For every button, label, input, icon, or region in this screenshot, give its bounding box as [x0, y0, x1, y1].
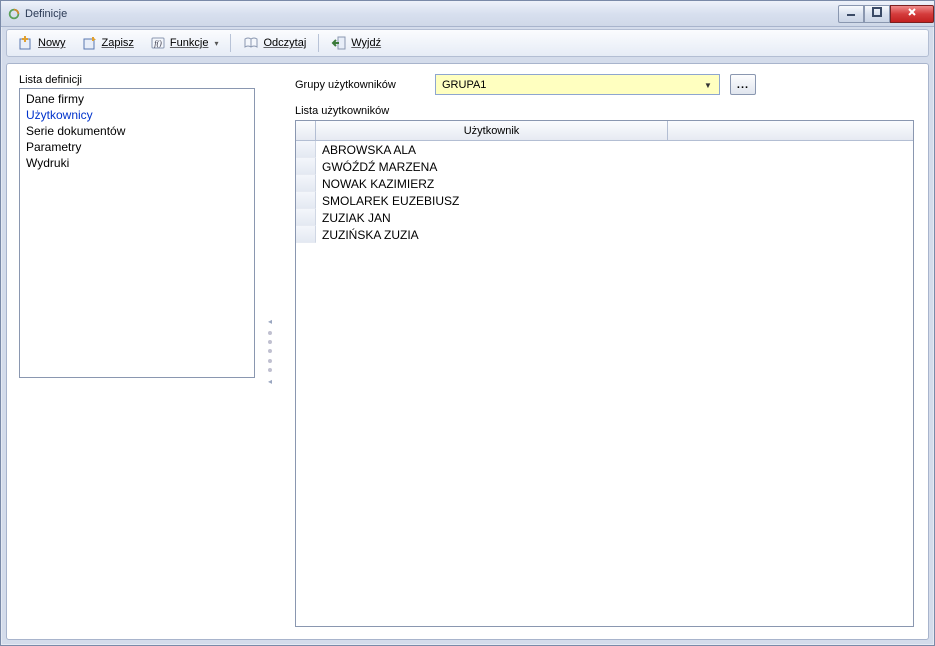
- save-icon: [82, 35, 98, 51]
- definition-list[interactable]: Dane firmyUżytkownicySerie dokumentówPar…: [19, 88, 255, 378]
- read-label: Odczytaj: [263, 37, 306, 49]
- title-left: Definicje: [7, 7, 67, 21]
- toolbar: Nowy Zapisz f() Funkcje ▾ Odczyta: [11, 32, 924, 54]
- close-icon: [906, 6, 918, 21]
- user-cell: ABROWSKA ALA: [316, 143, 416, 157]
- book-icon: [243, 35, 259, 51]
- users-grid: Użytkownik ABROWSKA ALA GWÓŹDŹ MARZENA NOW…: [295, 120, 914, 627]
- table-row[interactable]: NOWAK KAZIMIERZ: [296, 175, 913, 192]
- chevron-down-icon: ▼: [701, 78, 715, 92]
- toolbar-container: Nowy Zapisz f() Funkcje ▾ Odczyta: [6, 29, 929, 57]
- row-selector[interactable]: [296, 192, 316, 209]
- group-select-value: GRUPA1: [442, 79, 486, 91]
- definition-list-label: Lista definicji: [19, 74, 255, 86]
- user-cell: GWÓŹDŹ MARZENA: [316, 160, 437, 174]
- definition-item[interactable]: Serie dokumentów: [24, 123, 250, 139]
- save-button[interactable]: Zapisz: [75, 32, 141, 54]
- grid-header: Użytkownik: [296, 121, 913, 141]
- right-pane: Grupy użytkowników GRUPA1 ▼ ... Lista uż…: [273, 64, 928, 639]
- splitter[interactable]: ◂ ◂: [267, 64, 273, 639]
- header-user-column[interactable]: Użytkownik: [316, 121, 668, 140]
- minimize-button[interactable]: [838, 5, 864, 23]
- definition-item[interactable]: Wydruki: [24, 155, 250, 171]
- left-pane: Lista definicji Dane firmyUżytkownicySer…: [7, 64, 267, 639]
- minimize-icon: [845, 6, 857, 21]
- read-button[interactable]: Odczytaj: [236, 32, 313, 54]
- ellipsis-icon: ...: [737, 79, 749, 91]
- maximize-button[interactable]: [864, 5, 890, 23]
- splitter-handle-icon: ◂ ◂: [268, 317, 272, 387]
- toolbar-separator: [230, 34, 231, 52]
- new-label: Nowy: [38, 37, 66, 49]
- user-cell: NOWAK KAZIMIERZ: [316, 177, 434, 191]
- content-panel: Lista definicji Dane firmyUżytkownicySer…: [6, 63, 929, 640]
- group-browse-button[interactable]: ...: [730, 74, 756, 95]
- row-selector[interactable]: [296, 226, 316, 243]
- titlebar: Definicje: [1, 1, 934, 27]
- functions-label: Funkcje: [170, 37, 209, 49]
- window-controls: [838, 5, 934, 23]
- close-button[interactable]: [890, 5, 934, 23]
- new-button[interactable]: Nowy: [11, 32, 73, 54]
- user-cell: SMOLAREK EUZEBIUSZ: [316, 194, 459, 208]
- row-selector[interactable]: [296, 141, 316, 158]
- window-title: Definicje: [25, 8, 67, 20]
- functions-icon: f(): [150, 35, 166, 51]
- group-row: Grupy użytkowników GRUPA1 ▼ ...: [295, 74, 914, 95]
- row-selector[interactable]: [296, 209, 316, 226]
- svg-text:f(): f(): [154, 39, 162, 48]
- definition-item[interactable]: Użytkownicy: [24, 107, 250, 123]
- table-row[interactable]: SMOLAREK EUZEBIUSZ: [296, 192, 913, 209]
- user-cell: ZUZIŃSKA ZUZIA: [316, 228, 419, 242]
- window: Definicje: [0, 0, 935, 646]
- exit-button[interactable]: Wyjdź: [324, 32, 388, 54]
- user-cell: ZUZIAK JAN: [316, 211, 391, 225]
- new-icon: [18, 35, 34, 51]
- toolbar-separator-2: [318, 34, 319, 52]
- group-select[interactable]: GRUPA1 ▼: [435, 74, 720, 95]
- table-row[interactable]: ZUZIŃSKA ZUZIA: [296, 226, 913, 243]
- group-label: Grupy użytkowników: [295, 79, 425, 91]
- save-label: Zapisz: [102, 37, 134, 49]
- table-row[interactable]: ABROWSKA ALA: [296, 141, 913, 158]
- header-selector-column[interactable]: [296, 121, 316, 140]
- users-list-label: Lista użytkowników: [295, 105, 914, 117]
- definition-item[interactable]: Dane firmy: [24, 91, 250, 107]
- table-row[interactable]: ZUZIAK JAN: [296, 209, 913, 226]
- exit-icon: [331, 35, 347, 51]
- maximize-icon: [871, 6, 883, 21]
- dropdown-arrow-icon: ▾: [214, 39, 218, 48]
- grid-body[interactable]: ABROWSKA ALA GWÓŹDŹ MARZENA NOWAK KAZIMIER…: [296, 141, 913, 626]
- table-row[interactable]: GWÓŹDŹ MARZENA: [296, 158, 913, 175]
- app-icon: [7, 7, 21, 21]
- functions-button[interactable]: f() Funkcje ▾: [143, 32, 226, 54]
- row-selector[interactable]: [296, 175, 316, 192]
- definition-item[interactable]: Parametry: [24, 139, 250, 155]
- exit-label: Wyjdź: [351, 37, 381, 49]
- row-selector[interactable]: [296, 158, 316, 175]
